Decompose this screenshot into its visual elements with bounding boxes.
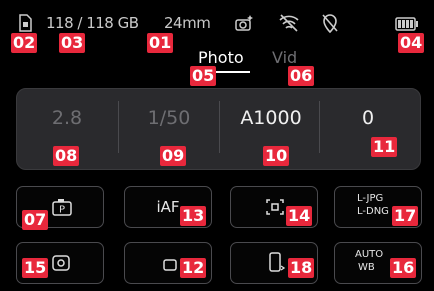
badge-01: 01 <box>147 33 174 53</box>
metering-icon <box>265 198 285 220</box>
divider <box>118 101 119 153</box>
divider <box>219 101 220 153</box>
badge-06: 06 <box>288 66 315 86</box>
tab-photo[interactable]: Photo <box>198 48 244 67</box>
badge-15: 15 <box>22 258 49 278</box>
camera-settings-icon[interactable] <box>233 12 255 38</box>
badge-04: 04 <box>398 33 425 53</box>
badge-10: 10 <box>263 146 290 166</box>
single-shot-icon <box>163 256 177 275</box>
mode-letter: P <box>59 205 65 216</box>
file-format-line1: L-JPG <box>357 193 384 204</box>
white-balance-line2: WB <box>358 262 375 273</box>
badge-03: 03 <box>59 33 86 53</box>
tab-video[interactable]: Vid <box>272 48 297 67</box>
badge-17: 17 <box>392 206 419 226</box>
badge-18: 18 <box>288 258 315 278</box>
badge-08: 08 <box>53 146 80 166</box>
face-detection-icon <box>51 254 71 276</box>
badge-12: 12 <box>180 258 207 278</box>
storage-readout: 118 / 118 GB <box>46 14 139 32</box>
iso-value[interactable]: A1000 <box>229 107 313 137</box>
badge-13: 13 <box>180 206 207 226</box>
badge-02: 02 <box>11 33 38 53</box>
badge-05: 05 <box>190 66 217 86</box>
badge-16: 16 <box>390 258 417 278</box>
focal-length-readout: 24mm <box>164 14 211 32</box>
badge-09: 09 <box>160 146 187 166</box>
badge-11: 11 <box>371 137 398 157</box>
gps-off-icon[interactable] <box>320 12 340 38</box>
exposure-compensation-value[interactable]: 0 <box>343 107 393 137</box>
aperture-value[interactable]: 2.8 <box>37 107 97 137</box>
divider <box>319 101 320 153</box>
badge-14: 14 <box>286 206 313 226</box>
white-balance-line1: AUTO <box>355 249 384 260</box>
phone-shake-icon <box>267 252 286 278</box>
camera-mode-icon: P <box>52 198 72 220</box>
file-format-line2: L-DNG <box>357 206 389 217</box>
badge-07: 07 <box>22 210 49 230</box>
wifi-off-icon[interactable] <box>278 13 300 37</box>
shutter-speed-value[interactable]: 1/50 <box>129 107 209 137</box>
